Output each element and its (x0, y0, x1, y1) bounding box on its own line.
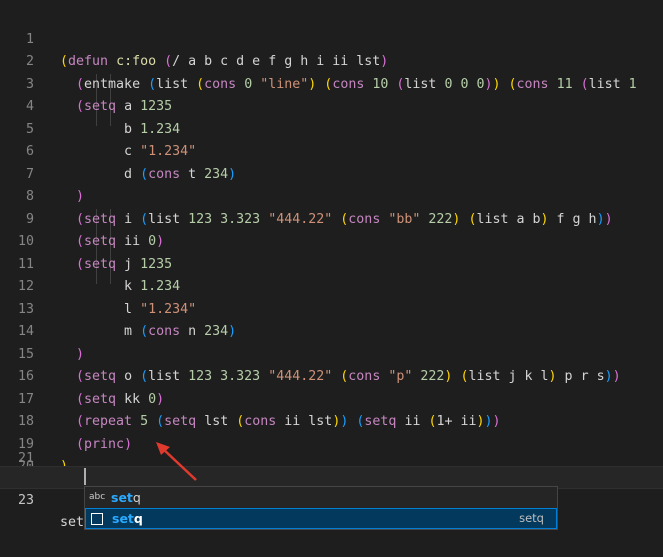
code-line[interactable]: 5 c "1.234" (0, 96, 663, 160)
suggestion-label: setq (112, 511, 143, 526)
suggestion-item-selected[interactable]: setq setq (85, 508, 557, 529)
suggestion-label: setq (111, 490, 141, 505)
code-line[interactable]: 4 b 1.234 (0, 74, 663, 137)
snippet-icon (91, 513, 103, 525)
suggestion-item[interactable]: abc setq (85, 487, 557, 508)
code-line[interactable]: 13 m (cons n 234) (0, 276, 663, 340)
code-line[interactable]: 14 ) (0, 299, 663, 362)
text-completion-icon: abc (89, 492, 106, 502)
suggestion-detail: setq (519, 511, 544, 525)
code-line[interactable]: 21 (setq value) (0, 425, 663, 489)
line-number: 23 (17, 492, 34, 508)
code-line[interactable]: 18 (princ) (0, 389, 663, 452)
code-line[interactable]: 7 ) (0, 141, 663, 205)
code-line[interactable]: 8 (setq i (list 123 3.323 "444.22" (cons… (0, 164, 663, 227)
code-line[interactable]: 9 (setq ii 0) (0, 186, 663, 250)
code-line[interactable]: 2 (entmake (list (cons 0 "line") (cons 1… (0, 29, 663, 92)
code-line[interactable]: 11 k 1.234 (0, 231, 663, 295)
code-line[interactable]: 16 (setq kk 0) (0, 344, 663, 407)
code-line[interactable]: 6 d (cons t 234) (0, 119, 663, 182)
code-line[interactable]: 12 l "1.234" (0, 254, 663, 317)
text-cursor (84, 468, 86, 485)
code-line[interactable]: 10 (setq j 1235 (0, 209, 663, 272)
typed-text: set (60, 515, 85, 530)
code-line[interactable]: 17 (repeat 5 (setq lst (cons ii lst)) (s… (0, 366, 663, 430)
code-editor[interactable]: 1 (defun c:foo (/ a b c d e f g h i ii l… (0, 0, 663, 534)
annotation-arrow-icon (156, 442, 197, 481)
autocomplete-dropdown[interactable]: abc setq setq setq (84, 486, 558, 530)
code-line[interactable]: 3 (setq a 1235 (0, 51, 663, 115)
code-line[interactable]: 1 (defun c:foo (/ a b c d e f g h i ii l… (0, 6, 663, 70)
code-line[interactable]: 15 (setq o (list 123 3.323 "444.22" (con… (0, 321, 663, 385)
